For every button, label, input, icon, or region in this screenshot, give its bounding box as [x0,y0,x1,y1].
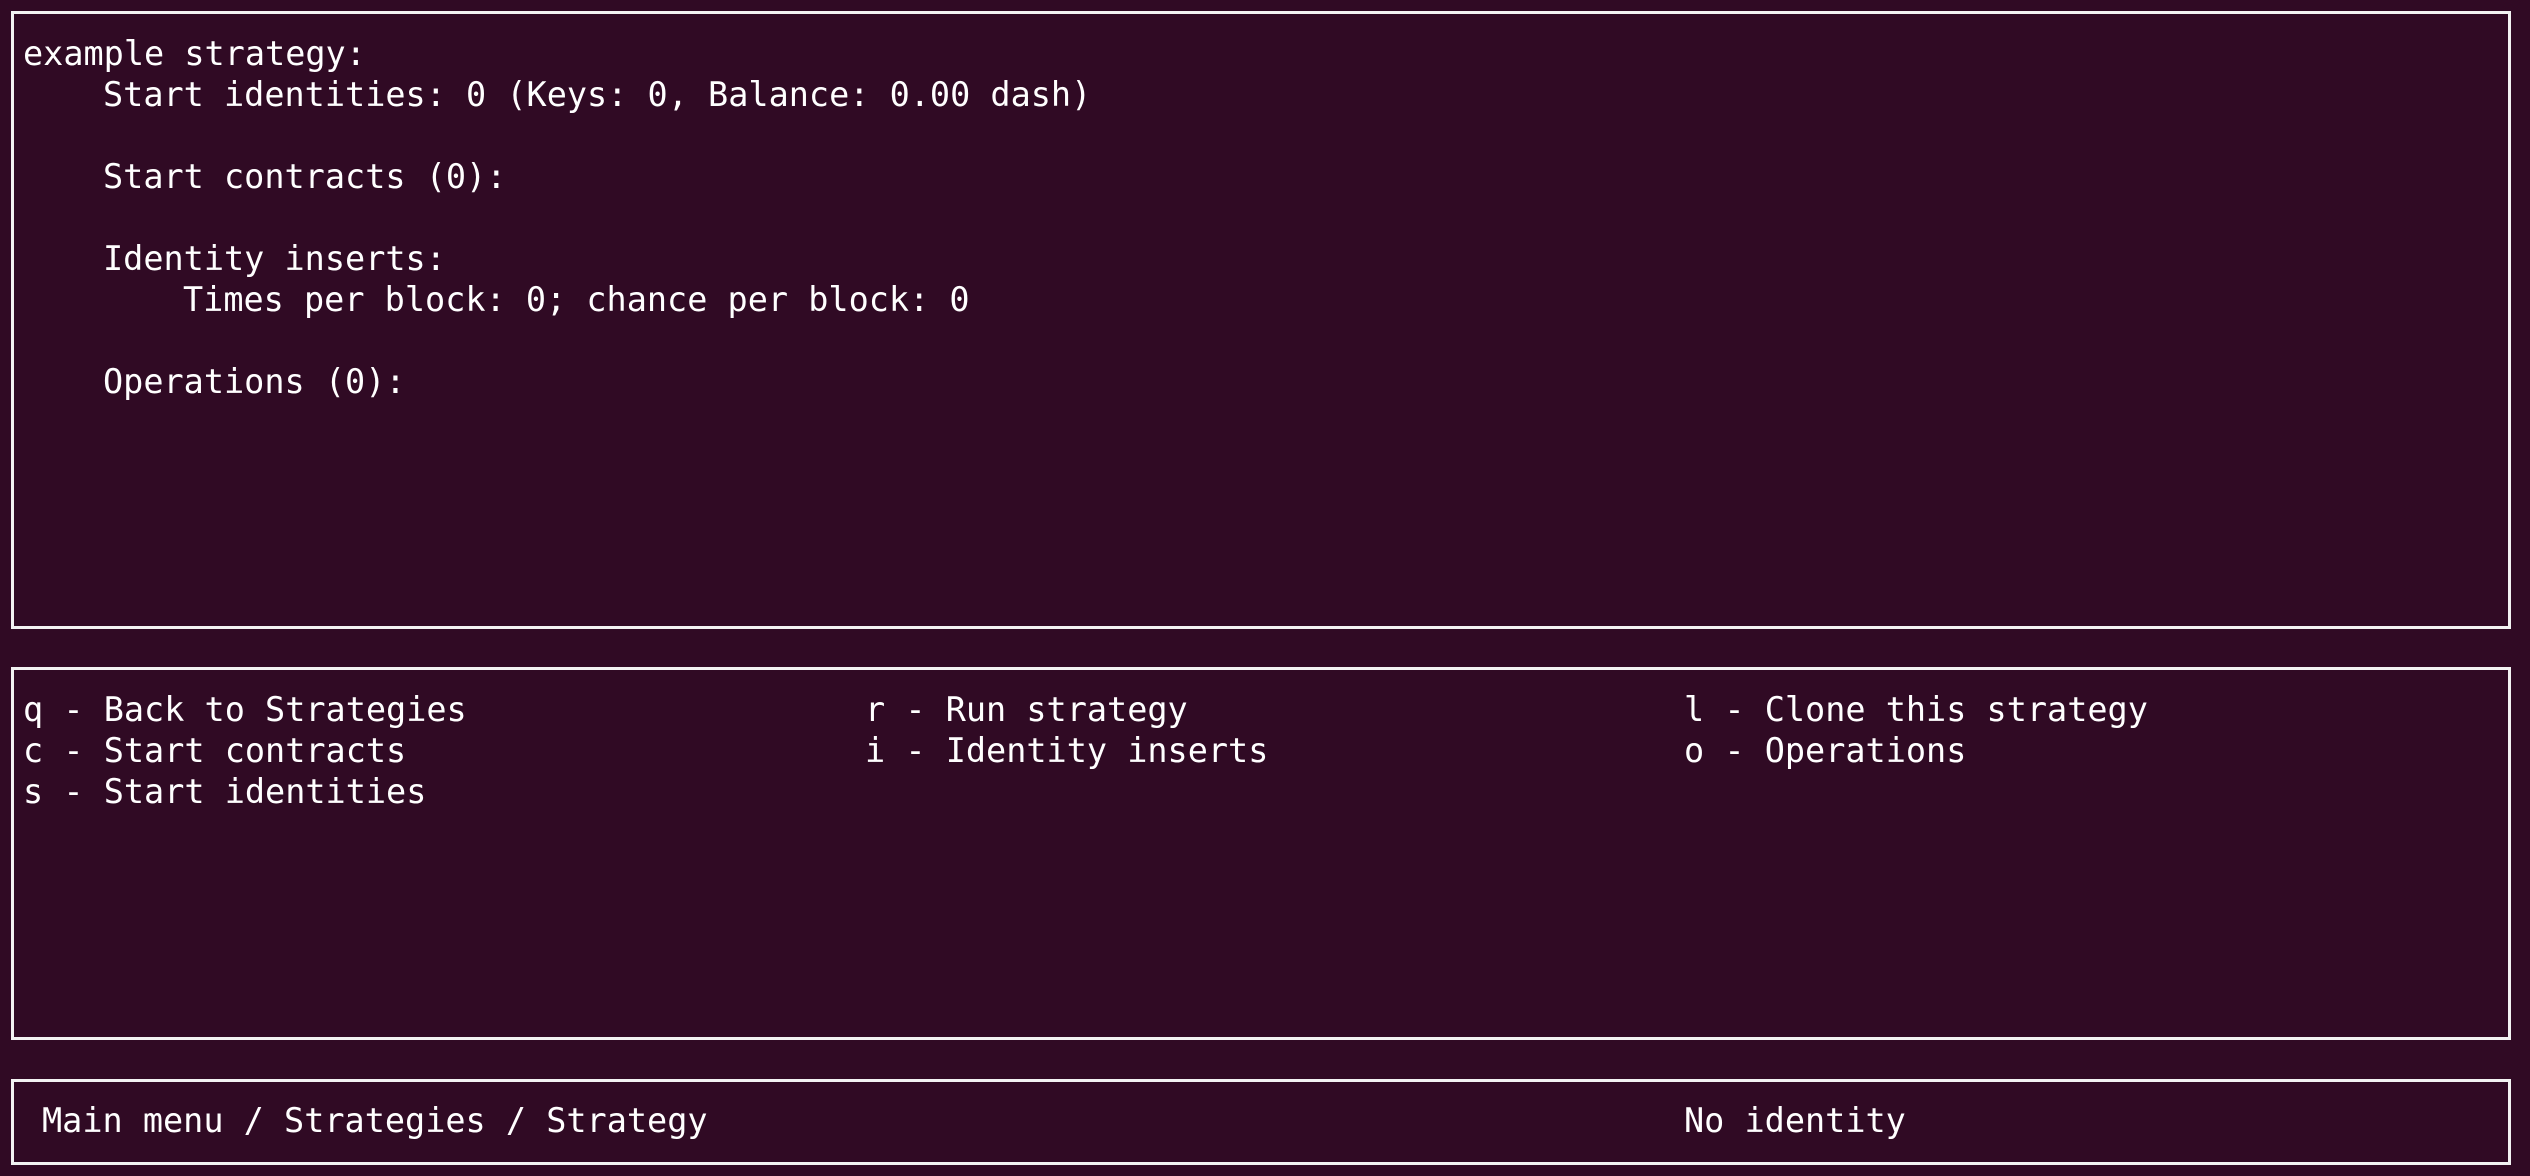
key-separator: - [43,772,104,811]
key-label: Run strategy [945,690,1188,729]
status-bar: Main menu / Strategies / Strategy No ide… [11,1079,2511,1165]
key-letter: l [1684,690,1705,729]
key-letter: q [23,690,44,729]
key-operations[interactable]: o - Operations [1684,730,1966,771]
key-label: Back to Strategies [103,690,467,729]
key-start-contracts[interactable]: c - Start contracts [23,730,406,771]
key-letter: s [23,772,44,811]
identity-inserts-heading: Identity inserts: [103,239,446,278]
key-start-identities[interactable]: s - Start identities [23,771,426,812]
key-clone-strategy[interactable]: l - Clone this strategy [1684,689,2148,730]
key-run-strategy[interactable]: r - Run strategy [865,689,1188,730]
breadcrumb: Main menu / Strategies / Strategy [42,1101,708,1140]
operations-summary: Operations (0): [103,362,406,401]
key-letter: i [865,731,886,770]
start-contracts-summary: Start contracts (0): [103,157,507,196]
key-label: Start contracts [103,731,407,770]
key-separator: - [885,731,946,770]
key-letter: r [865,690,886,729]
key-separator: - [885,690,946,729]
key-label: Clone this strategy [1764,690,2148,729]
key-separator: - [43,690,104,729]
keybindings-panel: q - Back to Strategies c - Start contrac… [11,667,2511,1040]
key-separator: - [1704,731,1765,770]
key-letter: o [1684,731,1705,770]
key-label: Operations [1764,731,1967,770]
strategy-details-panel: example strategy: Start identities: 0 (K… [11,11,2511,629]
key-separator: - [1704,690,1765,729]
key-letter: c [23,731,44,770]
identity-status: No identity [1684,1101,1906,1140]
key-label: Start identities [103,772,427,811]
key-back-to-strategies[interactable]: q - Back to Strategies [23,689,467,730]
key-separator: - [43,731,104,770]
identity-inserts-detail: Times per block: 0; chance per block: 0 [183,280,970,319]
start-identities-summary: Start identities: 0 (Keys: 0, Balance: 0… [103,75,1092,114]
key-label: Identity inserts [945,731,1269,770]
strategy-title: example strategy: [23,34,366,73]
key-identity-inserts[interactable]: i - Identity inserts [865,730,1268,771]
